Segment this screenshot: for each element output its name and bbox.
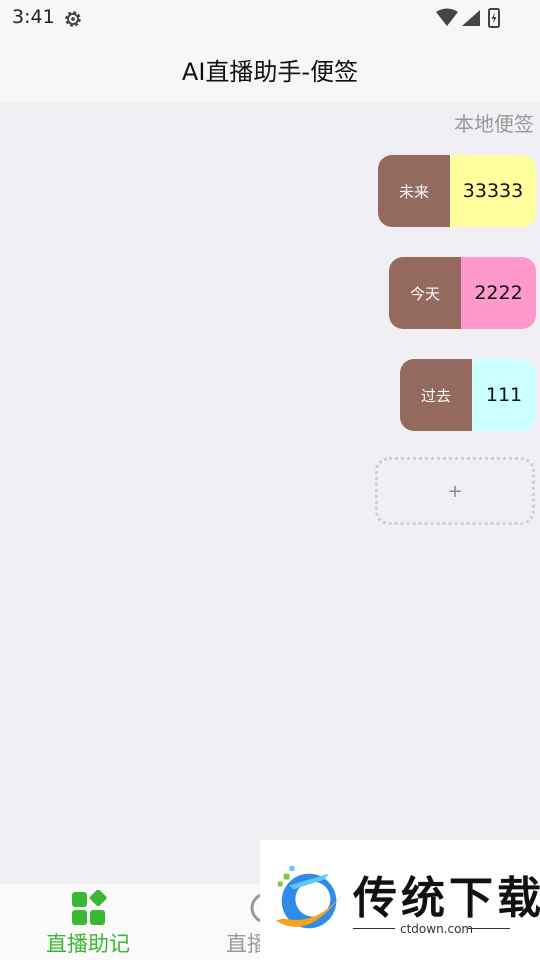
watermark-logo-icon bbox=[275, 865, 345, 929]
add-note-button[interactable]: + bbox=[375, 457, 535, 525]
status-bar: 3:41 bbox=[0, 0, 540, 36]
app-header: AI直播助手-便签 bbox=[0, 36, 540, 102]
note-value: 33333 bbox=[450, 155, 536, 227]
note-tag: 未来 bbox=[378, 155, 450, 227]
watermark-url: ctdown.com bbox=[400, 922, 474, 936]
watermark-title: 传统下载 bbox=[353, 873, 540, 924]
note-card-future[interactable]: 未来 33333 bbox=[378, 155, 536, 227]
cell-signal-icon bbox=[462, 10, 480, 26]
note-card-past[interactable]: 过去 111 bbox=[400, 359, 536, 431]
nav-item-live-notes[interactable]: 直播助记 bbox=[0, 884, 180, 960]
status-time: 3:41 bbox=[12, 6, 55, 28]
battery-icon bbox=[488, 8, 500, 28]
plus-icon: + bbox=[447, 480, 463, 502]
wifi-icon bbox=[436, 8, 458, 26]
watermark-divider-left bbox=[353, 928, 395, 929]
nav-label: 直播助记 bbox=[46, 932, 130, 956]
settings-gear-icon bbox=[65, 11, 81, 27]
watermark-divider-right bbox=[468, 928, 510, 929]
section-label-local-notes: 本地便签 bbox=[454, 112, 534, 136]
note-card-today[interactable]: 今天 2222 bbox=[389, 257, 536, 329]
note-value: 111 bbox=[472, 359, 536, 431]
grid-apps-icon bbox=[72, 890, 107, 925]
note-tag: 今天 bbox=[389, 257, 461, 329]
watermark-overlay: 传统下载 ctdown.com bbox=[260, 840, 540, 960]
status-icons bbox=[436, 8, 500, 28]
note-tag: 过去 bbox=[400, 359, 472, 431]
note-value: 2222 bbox=[461, 257, 536, 329]
page-title: AI直播助手-便签 bbox=[181, 58, 359, 86]
